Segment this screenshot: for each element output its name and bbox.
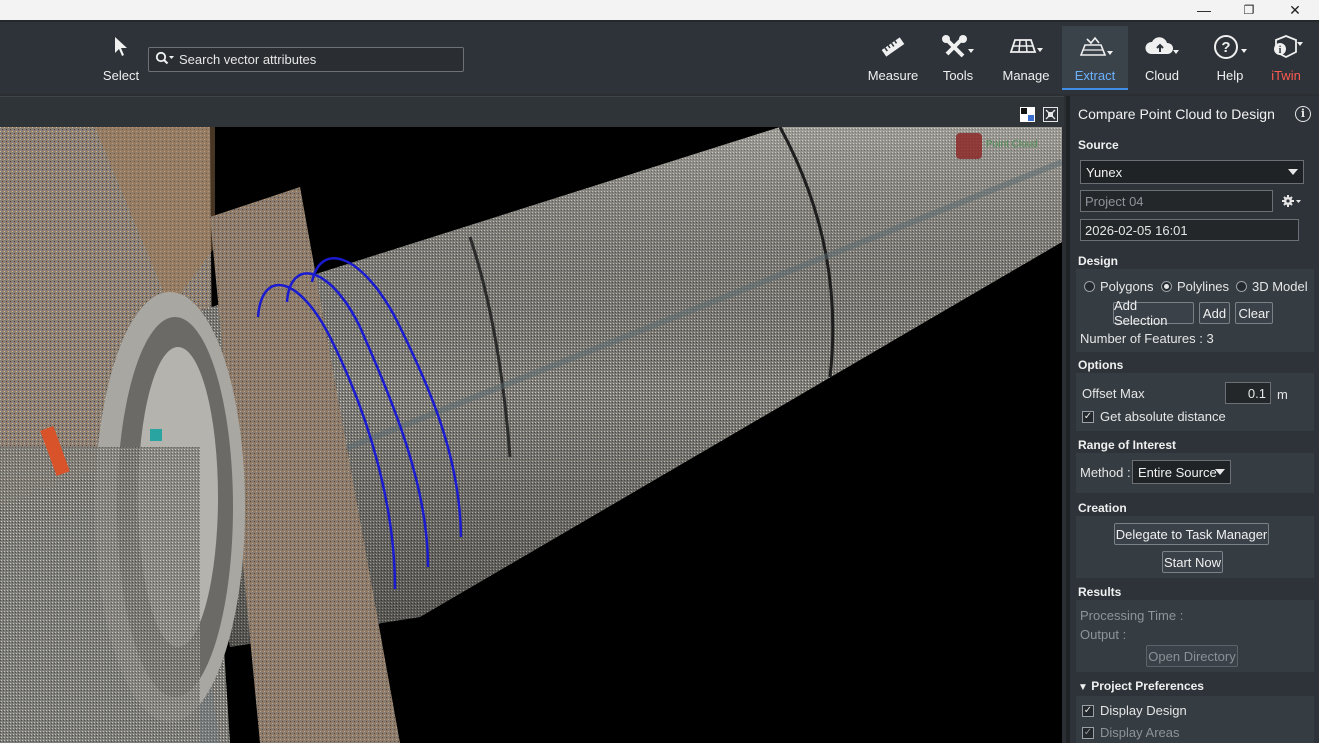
extract-label: Extract xyxy=(1074,68,1116,83)
design-heading: Design xyxy=(1078,254,1119,268)
tools-button[interactable]: Tools xyxy=(926,32,990,88)
timestamp-field[interactable]: 2026-02-05 16:01 xyxy=(1080,219,1299,241)
clear-button[interactable]: Clear xyxy=(1235,302,1273,324)
display-areas-label: Display Areas xyxy=(1100,725,1180,740)
measure-label: Measure xyxy=(867,68,919,83)
display-design-checkbox[interactable]: ✓ Display Design xyxy=(1082,703,1187,718)
output-label: Output : xyxy=(1080,627,1127,642)
main-toolbar: Select Measure Tools Manage Extract xyxy=(0,20,1319,94)
select-tool-button[interactable]: Select xyxy=(89,32,153,88)
watermark-text: Point Cloud xyxy=(986,139,1038,150)
ruler-icon xyxy=(861,32,925,62)
search-box[interactable] xyxy=(148,47,464,72)
point-cloud-render xyxy=(0,127,1062,743)
settings-gear-icon[interactable] xyxy=(1282,194,1302,211)
radio-dot-selected xyxy=(1161,281,1172,292)
project-preferences-heading: Project Preferences xyxy=(1091,679,1204,693)
close-button[interactable]: ✕ xyxy=(1272,0,1318,20)
itwin-label: iTwin xyxy=(1271,68,1301,83)
itwin-button[interactable]: i iTwin xyxy=(1254,32,1318,88)
polygons-label: Polygons xyxy=(1100,279,1154,294)
start-now-button[interactable]: Start Now xyxy=(1162,551,1223,573)
offset-max-label: Offset Max xyxy=(1082,386,1145,401)
maximize-button[interactable]: ❐ xyxy=(1226,0,1272,20)
project-value: Project 04 xyxy=(1085,193,1144,209)
project-field[interactable]: Project 04 xyxy=(1080,190,1273,212)
display-areas-checkbox[interactable]: ✓ Display Areas xyxy=(1082,725,1179,740)
panel-title: Compare Point Cloud to Design xyxy=(1078,106,1275,122)
absolute-distance-label: Get absolute distance xyxy=(1100,409,1226,424)
extract-icon xyxy=(1062,32,1128,62)
method-label: Method : xyxy=(1080,465,1131,480)
grid-plane-icon xyxy=(994,32,1058,62)
view-toolbar xyxy=(0,96,1064,127)
project-preferences-toggle[interactable]: ▼ Project Preferences xyxy=(1078,679,1204,693)
options-heading: Options xyxy=(1078,358,1124,372)
polylines-radio[interactable]: Polylines xyxy=(1161,279,1229,294)
delegate-task-manager-button[interactable]: Delegate to Task Manager xyxy=(1114,523,1269,545)
watermark-logo-icon xyxy=(956,133,982,159)
compare-panel: Compare Point Cloud to Design i Source Y… xyxy=(1066,96,1319,743)
tools-label: Tools xyxy=(942,68,974,83)
collapse-triangle-icon: ▼ xyxy=(1078,682,1088,693)
cursor-arrow-icon xyxy=(89,32,153,62)
tools-icon xyxy=(926,32,990,62)
source-heading: Source xyxy=(1078,138,1119,152)
view-mode-icon[interactable] xyxy=(1020,107,1035,122)
absolute-distance-checkbox[interactable]: ✓ Get absolute distance xyxy=(1082,409,1226,424)
help-label: Help xyxy=(1216,68,1244,83)
cloud-label: Cloud xyxy=(1145,68,1179,83)
svg-text:?: ? xyxy=(1221,39,1230,56)
minimize-button[interactable]: — xyxy=(1181,0,1227,20)
method-dropdown[interactable]: Entire Source xyxy=(1132,460,1231,484)
source-value: Yunex xyxy=(1086,164,1123,180)
dropdown-arrow-icon xyxy=(1288,169,1298,175)
polygons-radio[interactable]: Polygons xyxy=(1084,279,1153,294)
offset-max-input[interactable]: 0.1 xyxy=(1225,382,1271,404)
help-button[interactable]: ? Help xyxy=(1198,32,1262,88)
manage-button[interactable]: Manage xyxy=(994,32,1058,88)
add-button[interactable]: Add xyxy=(1199,302,1230,324)
feature-count: Number of Features : 3 xyxy=(1080,331,1214,346)
range-heading: Range of Interest xyxy=(1078,438,1177,452)
radio-dot xyxy=(1236,281,1247,292)
select-label: Select xyxy=(102,68,140,83)
itwin-icon: i xyxy=(1254,32,1318,62)
point-cloud-viewport[interactable]: Point Cloud xyxy=(0,127,1062,743)
open-directory-button[interactable]: Open Directory xyxy=(1146,645,1238,667)
measure-button[interactable]: Measure xyxy=(861,32,925,88)
3d-model-label: 3D Model xyxy=(1252,279,1308,294)
offset-unit: m xyxy=(1277,387,1288,402)
dropdown-arrow-icon xyxy=(1215,469,1225,475)
extract-button[interactable]: Extract xyxy=(1062,26,1128,90)
checkbox-checked-icon: ✓ xyxy=(1082,726,1094,739)
checkbox-checked-icon: ✓ xyxy=(1082,410,1094,423)
display-design-label: Display Design xyxy=(1100,703,1187,718)
add-selection-button[interactable]: Add Selection xyxy=(1113,298,1194,328)
checkbox-checked-icon: ✓ xyxy=(1082,704,1094,717)
search-icon[interactable] xyxy=(155,51,175,68)
svg-text:i: i xyxy=(1279,45,1282,56)
manage-label: Manage xyxy=(1002,68,1050,83)
window-titlebar: — ❐ ✕ xyxy=(0,0,1319,20)
cloud-upload-icon xyxy=(1130,32,1194,62)
timestamp-value: 2026-02-05 16:01 xyxy=(1085,222,1188,238)
radio-dot xyxy=(1084,281,1095,292)
source-dropdown[interactable]: Yunex xyxy=(1080,160,1304,184)
search-input[interactable] xyxy=(179,52,449,67)
help-icon: ? xyxy=(1198,32,1262,62)
creation-heading: Creation xyxy=(1078,501,1127,515)
processing-time-label: Processing Time : xyxy=(1080,608,1184,623)
offset-value: 0.1 xyxy=(1247,385,1266,401)
fullscreen-icon[interactable] xyxy=(1043,107,1058,122)
results-heading: Results xyxy=(1078,585,1122,599)
3d-model-radio[interactable]: 3D Model xyxy=(1236,279,1308,294)
method-value: Entire Source xyxy=(1138,464,1217,480)
cloud-button[interactable]: Cloud xyxy=(1130,32,1194,88)
info-icon[interactable]: i xyxy=(1295,106,1311,122)
polylines-label: Polylines xyxy=(1177,279,1230,294)
